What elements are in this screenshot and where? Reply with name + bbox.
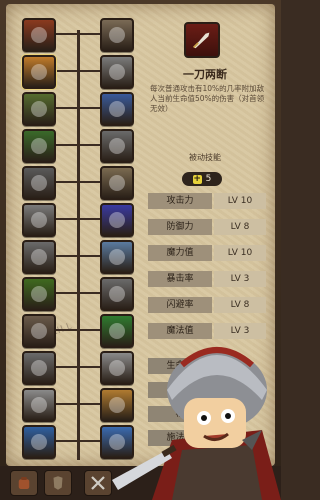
bird-icon (109, 175, 125, 191)
skill-slot-left[interactable] (22, 18, 56, 52)
axe-icon (31, 212, 47, 228)
skill-slot-right[interactable] (100, 129, 134, 163)
tree-branch (78, 33, 102, 35)
stat-level: LV 8 (214, 297, 266, 313)
stat-name: 暴击率 (148, 271, 212, 287)
stat-row: 暴击率 LV 3 (148, 271, 266, 287)
skill-slot-left[interactable] (22, 55, 56, 89)
skill-points-badge: + 5 (182, 172, 222, 186)
eye-icon (109, 212, 125, 228)
tree-branch (52, 218, 80, 220)
goblin-icon (31, 138, 47, 154)
skill-slot-left[interactable] (22, 92, 56, 126)
octopus-icon (31, 64, 47, 80)
crossed-swords-icon (31, 323, 47, 339)
skill-slot-right[interactable] (100, 203, 134, 237)
tree-branch (78, 218, 102, 220)
knot-icon (31, 101, 47, 117)
stat-row: 攻击力 LV 10 (148, 193, 266, 209)
skill-slot-left[interactable] (22, 129, 56, 163)
stat-level: LV 10 (214, 193, 266, 209)
tree-branch (52, 440, 80, 442)
skill-slot-right[interactable] (100, 18, 134, 52)
skill-name: 一刀两断 (183, 68, 227, 81)
armor-icon (53, 476, 63, 490)
skill-slot-right[interactable] (100, 92, 134, 126)
beast-icon (109, 138, 125, 154)
sword-icon (109, 64, 125, 80)
backpack-button[interactable] (10, 470, 38, 496)
stat-name: 魔力值 (148, 245, 212, 261)
stat-row: 闪避率 LV 8 (148, 297, 266, 313)
forest-spirit-icon (31, 286, 47, 302)
tree-branch (52, 329, 80, 331)
stat-level: LV 8 (214, 219, 266, 235)
bottle-icon (31, 360, 47, 376)
tree-branch (52, 144, 80, 146)
tree-branch (78, 107, 102, 109)
tree-branch (78, 144, 102, 146)
tree-branch (78, 70, 102, 72)
crossed-swords-icon (91, 476, 105, 490)
tree-branch (52, 181, 80, 183)
ghost-icon (109, 249, 125, 265)
hero-knight-illustration (112, 347, 281, 500)
tree-branch (78, 366, 102, 368)
stat-name: 闪避率 (148, 297, 212, 313)
skill-slot-right[interactable] (100, 166, 134, 200)
shield-crossed-icon (31, 27, 47, 43)
backpack-icon (18, 477, 30, 489)
skull-icon (31, 175, 47, 191)
lightning-icon (109, 101, 125, 117)
tree-branch (52, 107, 80, 109)
skill-slot-left[interactable] (22, 314, 56, 348)
skill-description: 每次普通攻击有10%的几率附加敌人当前生命值50%的伤害（对首领无效） (150, 84, 265, 113)
tree-branch (52, 403, 80, 405)
stat-row: 防御力 LV 8 (148, 219, 266, 235)
blade-icon (192, 32, 210, 49)
skill-slot-left[interactable] (22, 166, 56, 200)
shield-icon (109, 27, 125, 43)
helm-icon (31, 397, 47, 413)
tree-branch (52, 70, 80, 72)
tree-branch (52, 255, 80, 257)
tree-branch (78, 181, 102, 183)
skill-slot-left[interactable] (22, 277, 56, 311)
skill-slot-right[interactable] (100, 240, 134, 274)
skill-slot-right[interactable] (100, 277, 134, 311)
skill-slot-right[interactable] (100, 55, 134, 89)
tree-branch (78, 440, 102, 442)
tree-branch (52, 292, 80, 294)
stat-name: 攻击力 (148, 193, 212, 209)
stat-name: 防御力 (148, 219, 212, 235)
skill-slot-left[interactable] (22, 203, 56, 237)
skill-points-value: 5 (205, 174, 212, 184)
skills-tab-button[interactable] (84, 470, 112, 496)
trap-icon (109, 286, 125, 302)
boots-icon (31, 434, 47, 450)
tree-branch (78, 329, 102, 331)
tree-branch (78, 255, 102, 257)
skill-slot-left[interactable] (22, 425, 56, 459)
skill-slot-left[interactable] (22, 388, 56, 422)
skill-slot-left[interactable] (22, 240, 56, 274)
skill-type-label: 被动技能 (189, 153, 221, 162)
spider-icon (31, 249, 47, 265)
plus-icon: + (192, 173, 202, 184)
selected-skill-icon (184, 22, 220, 58)
stat-level: LV 3 (214, 271, 266, 287)
tree-branch (52, 33, 80, 35)
tree-branch (78, 403, 102, 405)
stat-row: 魔力值 LV 10 (148, 245, 266, 261)
equipment-button[interactable] (44, 470, 72, 496)
skill-slot-left[interactable] (22, 351, 56, 385)
stat-level: LV 10 (214, 245, 266, 261)
tree-branch (78, 292, 102, 294)
tree-branch (52, 366, 80, 368)
skill-tree-trunk (77, 30, 80, 460)
